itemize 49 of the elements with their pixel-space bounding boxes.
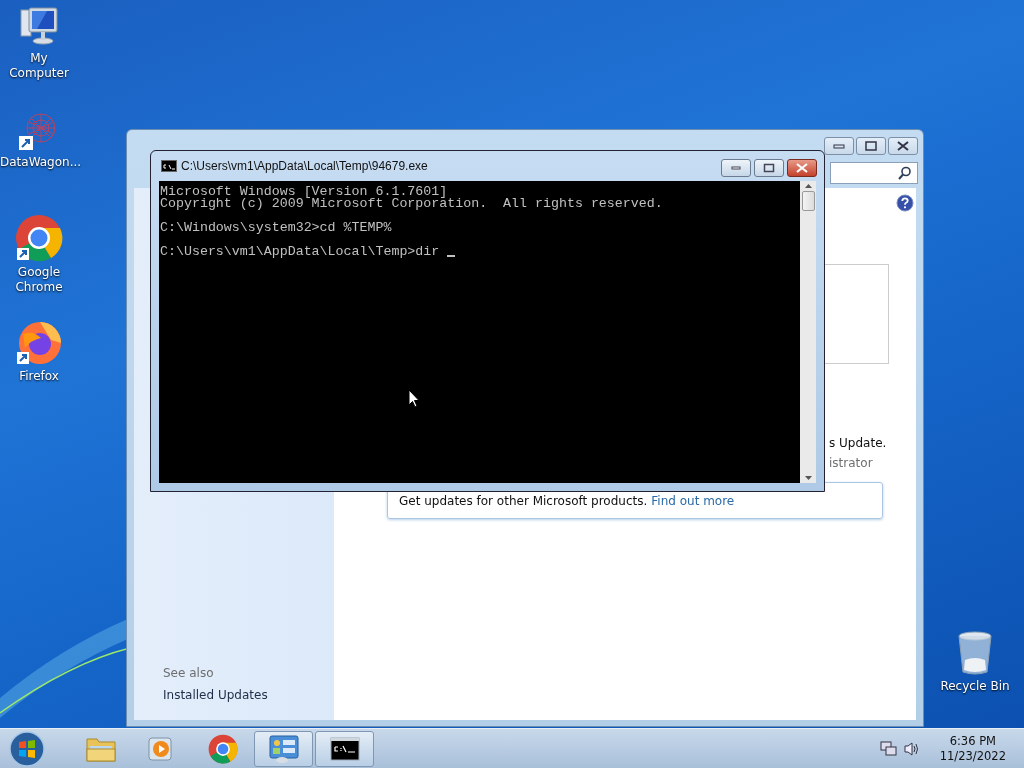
maximize-button[interactable] [754,159,784,177]
minimize-icon [833,143,845,149]
search-field[interactable] [830,162,918,184]
chrome-icon [15,214,63,262]
search-icon [898,166,912,180]
desktop-icon-label[interactable]: Firefox [0,369,78,384]
clock-time: 6:36 PM [949,733,996,749]
help-icon[interactable] [896,194,914,212]
maximize-button[interactable] [856,137,886,155]
scrollbar-thumb[interactable] [801,191,815,211]
start-button[interactable] [8,729,46,768]
close-button[interactable] [787,159,817,177]
minimize-icon [731,165,741,171]
minimize-button[interactable] [721,159,751,177]
status-text: istrator [829,456,874,470]
command-prompt-icon [329,736,360,761]
installed-updates-link[interactable]: Installed Updates [163,688,334,702]
maximize-icon [865,141,877,151]
desktop-icon-label[interactable]: My Computer [0,51,78,81]
find-out-more-link[interactable]: Find out more [651,493,735,508]
taskbar-button[interactable] [315,730,374,767]
chrome-icon [207,733,238,764]
desktop-icon-label[interactable]: Recycle Bin [936,679,1014,694]
close-icon [897,141,909,151]
text-cursor [447,255,456,257]
window-title: C:\Users\vm1\AppData\Local\Temp\94679.exe [181,159,428,173]
see-also-heading: See also [163,666,215,680]
status-text: s Update. [829,436,888,450]
computer-icon [17,6,61,48]
console-line: C:\Windows\system32>cd %TEMP% [160,222,392,234]
console-line: Copyright (c) 2009 Microsoft Corporation. All rights reserved. [160,198,663,210]
close-button[interactable] [888,137,918,155]
info-text: Get updates for other Microsoft products. [399,493,648,508]
desktop-icon-label[interactable]: DataWagon... [0,155,78,170]
close-icon [796,163,808,173]
clock-date: 11/23/2022 [939,748,1006,764]
scrollbar[interactable] [800,181,816,483]
console-line: C:\Users\vm1\AppData\Local\Temp>dir [160,246,441,258]
desktop-icon-label[interactable]: Google Chrome [0,265,78,295]
control-panel-icon [267,733,300,764]
recycle-bin-icon [955,630,995,676]
maximize-icon [763,163,775,173]
volume-icon[interactable] [903,740,920,757]
command-prompt-icon [161,160,177,172]
minimize-button[interactable] [824,137,854,155]
network-icon[interactable] [879,740,898,757]
console-line: Microsoft Windows [Version 6.1.7601] [160,186,448,198]
clock[interactable]: 6:36 PM 11/23/2022 [939,733,1006,764]
mouse-pointer-icon [408,389,420,408]
